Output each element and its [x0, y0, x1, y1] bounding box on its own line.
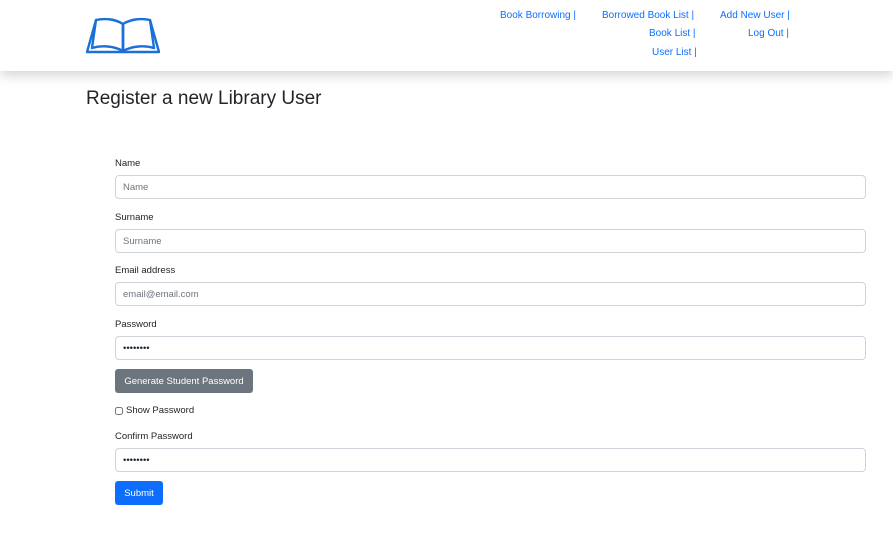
site-header: Book Borrowing | Borrowed Book List | Ad…: [0, 0, 893, 71]
show-password-label: Show Password: [126, 405, 195, 416]
confirm-password-input[interactable]: [115, 448, 866, 472]
generate-password-button[interactable]: Generate Student Password: [115, 369, 253, 393]
password-label: Password: [115, 319, 157, 330]
nav-log-out[interactable]: Log Out |: [748, 28, 789, 39]
nav-book-list[interactable]: Book List |: [649, 28, 696, 39]
nav-book-borrowing[interactable]: Book Borrowing |: [500, 10, 576, 21]
nav-borrowed-book-list[interactable]: Borrowed Book List |: [602, 10, 694, 21]
page-title: Register a new Library User: [86, 88, 322, 109]
confirm-password-label: Confirm Password: [115, 431, 193, 442]
nav-add-new-user[interactable]: Add New User |: [720, 10, 790, 21]
surname-input[interactable]: [115, 229, 866, 253]
open-book-icon[interactable]: [85, 16, 161, 54]
email-label: Email address: [115, 265, 176, 276]
password-input[interactable]: [115, 336, 866, 360]
show-password-checkbox[interactable]: [115, 406, 123, 415]
surname-label: Surname: [115, 212, 154, 223]
nav-user-list[interactable]: User List |: [652, 47, 697, 58]
email-input[interactable]: [115, 282, 866, 306]
show-password-toggle[interactable]: Show Password: [115, 405, 194, 416]
name-label: Name: [115, 158, 141, 169]
submit-button[interactable]: Submit: [115, 481, 163, 505]
name-input[interactable]: [115, 175, 866, 199]
